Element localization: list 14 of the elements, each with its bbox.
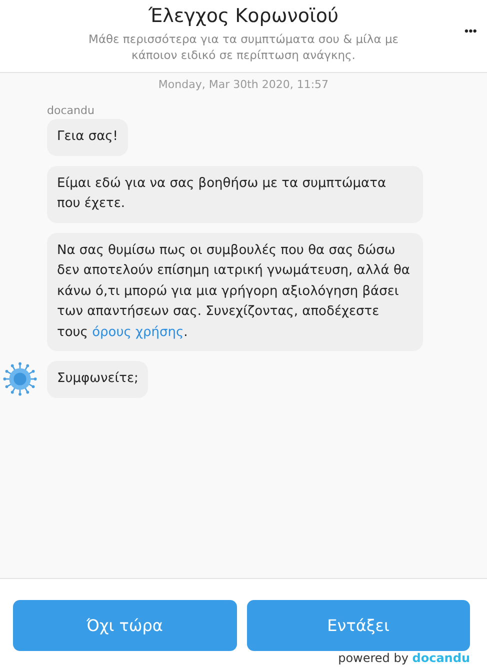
chat-subtitle: Μάθε περισσότερα για τα συμπτώματα σου & μίλα με κάποιον ειδικό σε περίπτωση ανάγκης. — [88, 31, 400, 63]
timestamp: Monday, Mar 30th 2020, 11:57 — [157, 78, 330, 91]
more-menu-button[interactable]: ••• — [464, 24, 477, 38]
message-bubble: Είμαι εδώ για να σας βοηθήσω με τα συμπτώματα που έχετε. — [47, 166, 423, 222]
message-bubble: Να σας θυμίσω πως οι συμβουλές που θα σας δώσω δεν αποτελούν επίσημη ιατρική γνωμάτευση, αλλά θα κάνω ό,τι μπορώ για μια γρήγορη αξιολόγηση βάσει των απαντήσεων σας. Συνεχίζοντας, αποδέχεστε τους όρους χρήσης. — [47, 232, 423, 351]
terms-link[interactable]: όρους χρήσης — [92, 324, 184, 340]
message-bubble: Συμφωνείτε; — [47, 361, 148, 398]
brand-name: docandu — [412, 651, 470, 665]
chat-title: Έλεγχος Κορωνοϊού — [147, 5, 340, 27]
reply-button[interactable]: Εντάξει — [246, 600, 470, 651]
sender-name: docandu — [47, 104, 96, 117]
powered-by-label: powered by — [338, 651, 408, 665]
reply-button[interactable]: Όχι τώρα — [13, 600, 236, 651]
message-bubble: Γεια σας! — [47, 119, 128, 156]
